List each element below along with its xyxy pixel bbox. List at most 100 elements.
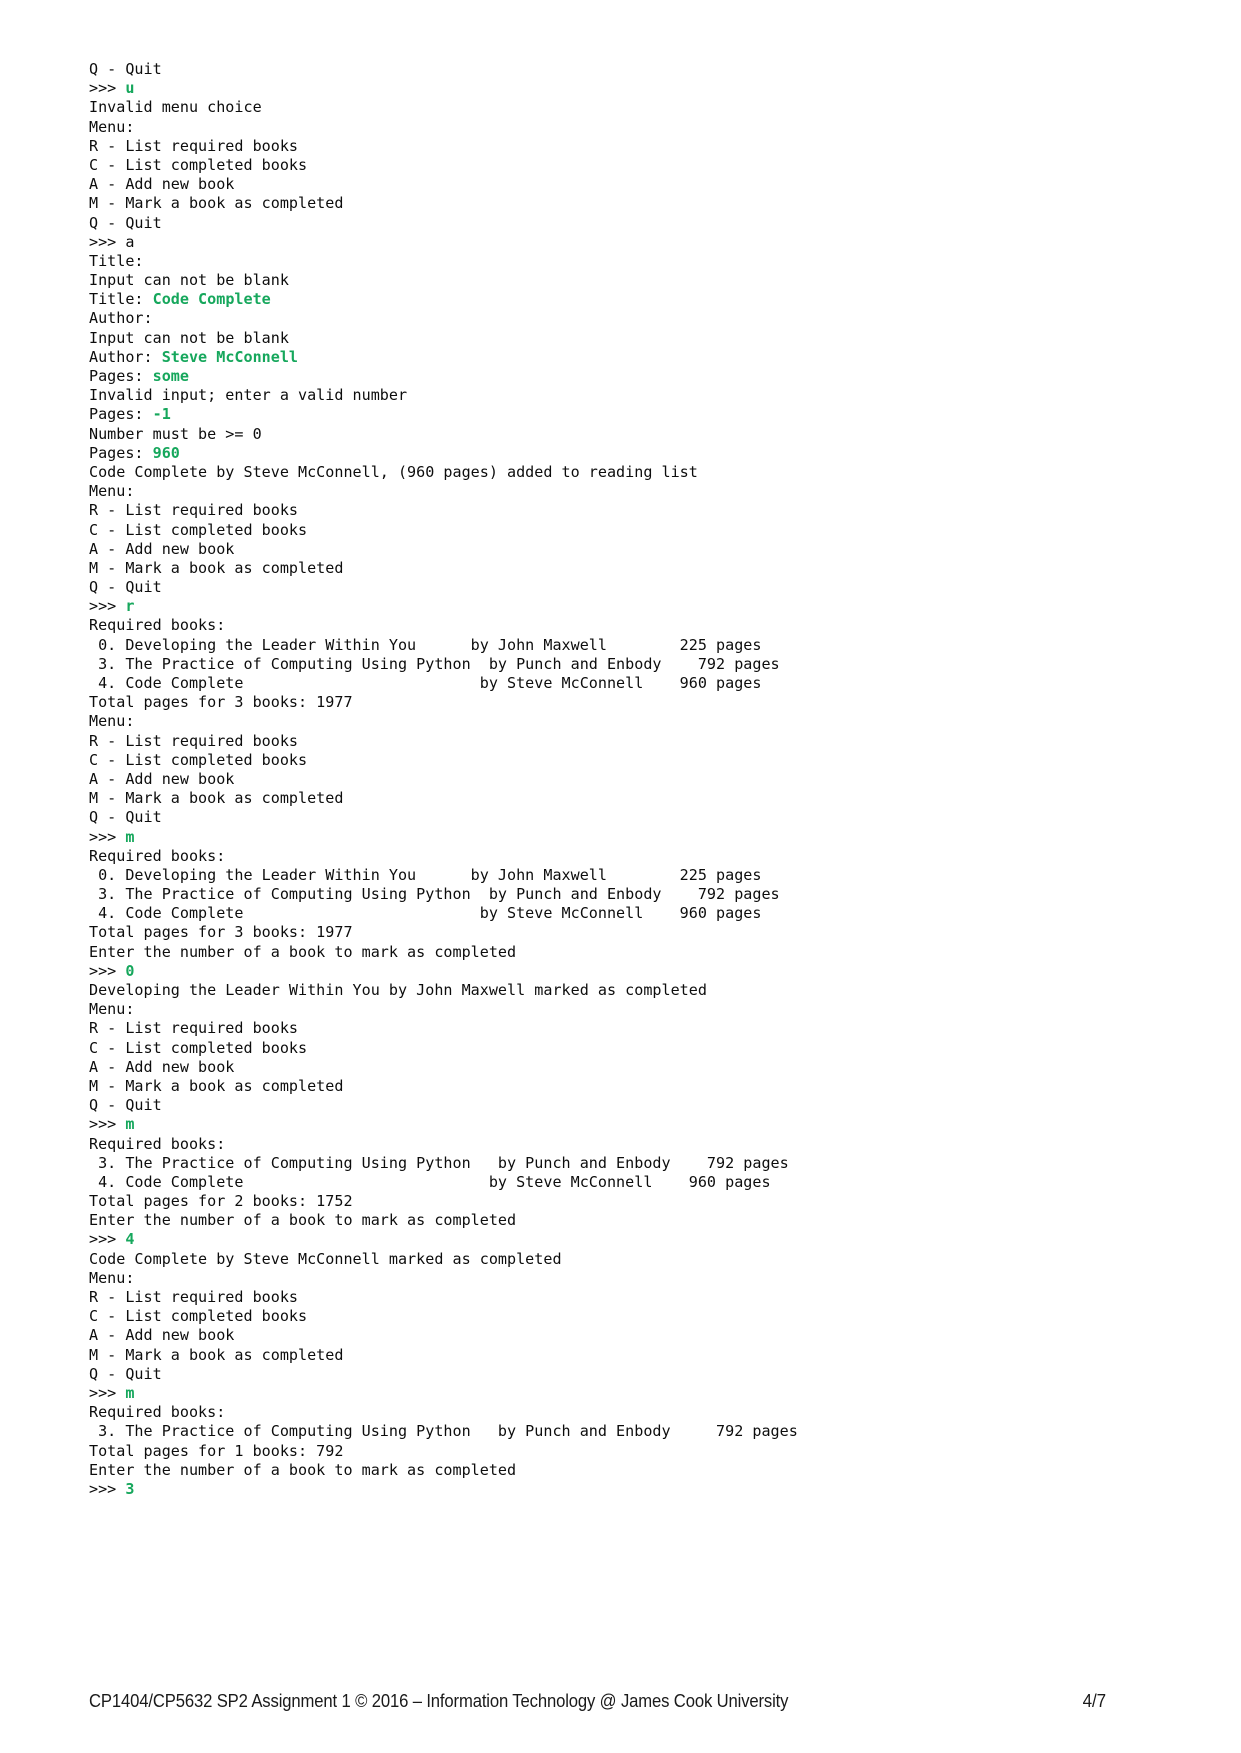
console-line-text: Total pages for 3 books: 1977 bbox=[89, 923, 353, 942]
console-line: 4. Code Complete by Steve McConnell 960 … bbox=[89, 674, 1159, 693]
console-line-text: Code Complete by Steve McConnell marked … bbox=[89, 1249, 562, 1268]
console-line-text: Author: bbox=[89, 347, 162, 366]
console-line: Pages: -1 bbox=[89, 405, 1159, 424]
console-line-text: 4. Code Complete by Steve McConnell 960 … bbox=[89, 1172, 771, 1191]
console-line-text: Total pages for 2 books: 1752 bbox=[89, 1192, 353, 1211]
console-line-text: 0. Developing the Leader Within You by J… bbox=[89, 635, 762, 654]
console-line-text: Total pages for 3 books: 1977 bbox=[89, 693, 353, 712]
console-line-text: M - Mark a book as completed bbox=[89, 1076, 344, 1095]
console-line: A - Add new book bbox=[89, 1058, 1159, 1077]
console-line: 0. Developing the Leader Within You by J… bbox=[89, 866, 1159, 885]
console-line: Input can not be blank bbox=[89, 329, 1159, 348]
console-line: >>> u bbox=[89, 79, 1159, 98]
console-line-text: C - List completed books bbox=[89, 155, 308, 174]
console-line: M - Mark a book as completed bbox=[89, 194, 1159, 213]
console-line: Pages: 960 bbox=[89, 444, 1159, 463]
console-line: A - Add new book bbox=[89, 175, 1159, 194]
console-line: Q - Quit bbox=[89, 60, 1159, 79]
console-user-input: m bbox=[125, 1383, 135, 1402]
console-line: A - Add new book bbox=[89, 1326, 1159, 1345]
console-line-text: Title: bbox=[89, 290, 153, 309]
console-line: R - List required books bbox=[89, 1288, 1159, 1307]
console-line-text: Q - Quit bbox=[89, 578, 162, 597]
console-user-input: m bbox=[125, 827, 135, 846]
console-user-input: m bbox=[125, 1115, 135, 1134]
console-line-text: 3. The Practice of Computing Using Pytho… bbox=[89, 654, 780, 673]
console-user-input: 0 bbox=[125, 961, 135, 980]
console-line-text: >>> bbox=[89, 1383, 126, 1402]
console-transcript: Q - Quit >>> u Invalid menu choice Menu: R -… bbox=[89, 60, 1159, 1499]
console-line-text: R - List required books bbox=[89, 731, 299, 750]
console-line-text: 4. Code Complete by Steve McConnell 960 … bbox=[89, 674, 762, 692]
console-line: 3. The Practice of Computing Using Pytho… bbox=[89, 655, 1159, 674]
console-line-text: >>> bbox=[89, 1230, 126, 1249]
console-user-input: 3 bbox=[125, 1479, 135, 1498]
console-line: Required books: bbox=[89, 1135, 1159, 1154]
console-line: 3. The Practice of Computing Using Pytho… bbox=[89, 1154, 1159, 1173]
console-user-input: u bbox=[125, 79, 135, 98]
console-line: R - List required books bbox=[89, 732, 1159, 751]
console-line: C - List completed books bbox=[89, 156, 1159, 175]
console-line-text: 3. The Practice of Computing Using Pytho… bbox=[89, 1153, 789, 1172]
console-line: Menu: bbox=[89, 118, 1159, 137]
console-line-text: >>> bbox=[89, 79, 126, 98]
console-line: Author: bbox=[89, 309, 1159, 328]
console-line-text: Required books: bbox=[89, 1403, 226, 1422]
console-line: Q - Quit bbox=[89, 1365, 1159, 1384]
console-line-text: Q - Quit bbox=[89, 60, 162, 78]
console-line: Total pages for 1 books: 792 bbox=[89, 1442, 1159, 1461]
console-line-text: Q - Quit bbox=[89, 213, 162, 232]
console-line-text: Number must be >= 0 bbox=[89, 424, 262, 443]
console-line: Required books: bbox=[89, 1403, 1159, 1422]
console-line-text: Invalid menu choice bbox=[89, 98, 262, 117]
console-line-text: >>> bbox=[89, 961, 126, 980]
console-line-text: Enter the number of a book to mark as co… bbox=[89, 942, 517, 961]
console-line-text: >>> bbox=[89, 827, 126, 846]
console-line-text: Menu: bbox=[89, 1000, 135, 1019]
console-line-text: M - Mark a book as completed bbox=[89, 1345, 344, 1364]
console-line: >>> m bbox=[89, 1115, 1159, 1134]
console-line-text: 3. The Practice of Computing Using Pytho… bbox=[89, 885, 780, 904]
console-line: Author: Steve McConnell bbox=[89, 348, 1159, 367]
console-line: Pages: some bbox=[89, 367, 1159, 386]
console-line-text: Required books: bbox=[89, 846, 226, 865]
console-line: R - List required books bbox=[89, 501, 1159, 520]
console-line: Menu: bbox=[89, 1269, 1159, 1288]
footer-copyright-text: CP1404/CP5632 SP2 Assignment 1 © 2016 – … bbox=[89, 1690, 789, 1711]
console-line-text: 4. Code Complete by Steve McConnell 960 … bbox=[89, 904, 762, 923]
console-line: >>> r bbox=[89, 597, 1159, 616]
console-user-input: 960 bbox=[152, 443, 180, 462]
console-line-text: >>> bbox=[89, 1115, 126, 1134]
console-line: Total pages for 3 books: 1977 bbox=[89, 693, 1159, 712]
console-line-text: Developing the Leader Within You by John… bbox=[89, 981, 707, 999]
console-line-text: A - Add new book bbox=[89, 1057, 235, 1076]
console-line: 0. Developing the Leader Within You by J… bbox=[89, 636, 1159, 655]
console-line: Total pages for 3 books: 1977 bbox=[89, 923, 1159, 942]
console-line: Title: bbox=[89, 252, 1159, 271]
console-line: C - List completed books bbox=[89, 751, 1159, 770]
console-line: Invalid menu choice bbox=[89, 98, 1159, 117]
console-line-text: C - List completed books bbox=[89, 1038, 308, 1057]
console-line-text: >>> bbox=[89, 597, 126, 616]
console-line-text: Enter the number of a book to mark as co… bbox=[89, 1460, 517, 1479]
console-user-input: Code Complete bbox=[152, 290, 271, 309]
console-user-input: r bbox=[125, 597, 135, 616]
console-line: C - List completed books bbox=[89, 1039, 1159, 1058]
console-line: Q - Quit bbox=[89, 808, 1159, 827]
console-line-text: Author: bbox=[89, 309, 153, 328]
console-line-text: C - List completed books bbox=[89, 750, 308, 769]
console-line: Required books: bbox=[89, 847, 1159, 866]
document-page: Q - Quit >>> u Invalid menu choice Menu: R -… bbox=[0, 0, 1241, 1753]
console-line-text: Pages: bbox=[89, 367, 153, 385]
console-line: Enter the number of a book to mark as co… bbox=[89, 1461, 1159, 1480]
console-line-text: R - List required books bbox=[89, 501, 299, 520]
console-line: R - List required books bbox=[89, 137, 1159, 156]
console-line: Input can not be blank bbox=[89, 271, 1159, 290]
console-line-text: Pages: bbox=[89, 443, 153, 462]
console-line-text: C - List completed books bbox=[89, 1307, 308, 1326]
console-line-text: 3. The Practice of Computing Using Pytho… bbox=[89, 1422, 798, 1441]
page-footer: CP1404/CP5632 SP2 Assignment 1 © 2016 – … bbox=[89, 1690, 1159, 1720]
console-line: M - Mark a book as completed bbox=[89, 789, 1159, 808]
console-line-text: Menu: bbox=[89, 117, 135, 136]
console-line: Total pages for 2 books: 1752 bbox=[89, 1192, 1159, 1211]
